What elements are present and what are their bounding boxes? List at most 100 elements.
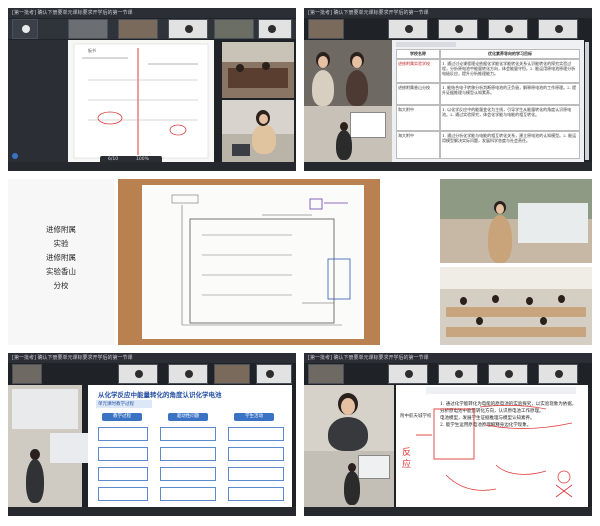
avatar [185,370,193,378]
flow-box [228,487,284,501]
whiteboard-drawing [73,43,209,159]
red-annotations: 反 应 [402,405,573,498]
shared-document: 附中航天城学校 1. 通过化学能转化为电能的原电池的实验探究，以实验现象为依据，… [396,385,588,507]
whiteboard-photo [118,179,380,345]
table-row-content: 1. 通过分析化学能与电能的相互转化关系，建立原电池的认知模型。2. 能运用模型… [440,131,580,159]
participant-tile[interactable] [256,364,292,384]
classroom-video [304,106,392,162]
column-header: 教学过程 [102,413,142,421]
avatar [185,25,193,33]
flow-box [98,427,148,441]
panel-top-right: [第一批考] 确认下册要单元课标要求开学后的第一节课 学校名称 优化素养导向的学… [304,8,592,171]
slide-subtitle: 单元课时教学过程 [98,402,134,407]
school-label-line: 进修附属 [46,225,76,234]
participant-tile[interactable] [214,19,254,39]
teacher-video [222,100,294,162]
panel-bottom-right: [第一批考] 确认下册要单元课标要求开学后的第一节课 附中航天城学校 1. 通过… [304,353,592,516]
participant-tile[interactable] [168,364,208,384]
participant-tile[interactable] [12,19,38,39]
avatar [22,25,30,33]
avatar [505,370,513,378]
student-video [304,40,392,106]
avatar [555,370,563,378]
school-label-line: 进修附属 [46,253,76,262]
table-header-goal: 优化素养导向的学习目标 [440,49,580,59]
window-titlebar: [第一批考] 确认下册要单元课标要求开学后的第一节课 [304,8,592,18]
participant-tile[interactable] [488,19,528,39]
flow-box [98,467,148,481]
window-title: [第一批考] 确认下册要单元课标要求开学后的第一节课 [12,355,133,361]
slide-subtitle-bar: 单元课时教学过程 [96,400,152,408]
avatar [455,25,463,33]
participant-tile[interactable] [388,364,428,384]
panel-middle: 进修附属 实验 进修附属 实验香山 分校 [8,179,592,345]
classroom-video [304,451,394,507]
participant-tile[interactable] [214,364,250,384]
whiteboard-sketch [171,194,351,326]
side-icon[interactable] [12,153,18,159]
slide-title: 从化学反应中能量转化的角度认识化学电池 [98,391,222,399]
participant-tile[interactable] [168,19,208,39]
flow-box [228,447,284,461]
bottom-bar [304,162,592,171]
avatar [266,370,274,378]
avatar [405,25,413,33]
window-titlebar: [第一批考] 确认下册要单元课标要求开学后的第一节课 [8,353,296,363]
window-titlebar: [第一批考] 确认下册要单元课标要求开学后的第一节课 [304,353,592,363]
participant-tile[interactable] [538,19,578,39]
participant-tile[interactable] [488,364,528,384]
window-title: [第一批考] 确认下册要单元课标要求开学后的第一节课 [308,10,429,16]
scrollbar[interactable] [585,42,589,160]
classroom-video [440,267,592,345]
participant-tile[interactable] [438,19,478,39]
whiteboard-sheet [142,185,364,339]
school-label-line: 实验 [53,239,69,248]
window-title: [第一批考] 确认下册要单元课标要求开学后的第一节课 [12,10,133,16]
participant-tile[interactable] [68,19,108,39]
participant-tile[interactable] [118,19,158,39]
table-row-name: 进修附属香山分校 [396,83,440,105]
doc-toolbar [396,42,456,47]
flow-box [98,447,148,461]
bottom-bar [304,507,592,516]
participant-tile[interactable] [308,19,344,39]
column-header: 驱动性问题 [168,413,208,421]
svg-text:反: 反 [402,447,411,458]
participant-tile[interactable] [538,364,578,384]
flow-box [160,487,216,501]
flow-box [228,467,284,481]
flow-box [160,467,216,481]
participant-tile[interactable] [258,19,292,39]
avatar [505,25,513,33]
whiteboard-header: 板书 [88,48,96,53]
table-row-name: 和大附中 [396,105,440,131]
panel-top-left: [第一批考] 确认下册要单元课标要求开学后的第一节课 板书 6/10 100% [8,8,296,171]
svg-text:应: 应 [402,458,411,470]
flow-box [228,427,284,441]
table-row-content: 1. 以化学反应中的能量变化为主线，引导学生从能量转化的角度认识原电池。2. 通… [440,105,580,131]
table-row-content: 1. 能结合电子转移分析判断原电池的正负极，解释原电池的工作原理。2. 提升证据… [440,83,580,105]
shared-document: 学校名称 优化素养导向的学习目标 进修附属实验学校 1. 通过讨论课程理论依据化… [392,40,584,162]
teacher-video [304,385,394,451]
teacher-video [440,179,592,263]
participant-tile[interactable] [12,364,42,384]
bottom-bar [8,507,296,516]
table-header-school: 学校名称 [396,49,440,59]
avatar [455,370,463,378]
left-sidebar [8,40,68,162]
school-label-line: 实验香山 [46,267,76,276]
column-header: 学生活动 [234,413,274,421]
participant-tile[interactable] [118,364,158,384]
participant-tile[interactable] [438,364,478,384]
panel-bottom-left: [第一批考] 确认下册要单元课标要求开学后的第一节课 从化学反应中能量转化的角度… [8,353,296,516]
window-title: [第一批考] 确认下册要单元课标要求开学后的第一节课 [308,355,429,361]
school-label-block: 进修附属 实验 进修附属 实验香山 分校 [8,179,114,345]
flow-box [160,447,216,461]
right-video-stack [436,179,592,345]
avatar [268,25,276,33]
table-row-content: 1. 通过讨论课程理论依据化学能化学能转化关系认识能转化的探究实验过程，分析原电… [440,59,580,83]
participant-tile[interactable] [388,19,428,39]
table-row-name: 进修附属实验学校 [396,59,440,83]
window-titlebar: [第一批考] 确认下册要单元课标要求开学后的第一节课 [8,8,296,18]
participant-tile[interactable] [308,364,344,384]
